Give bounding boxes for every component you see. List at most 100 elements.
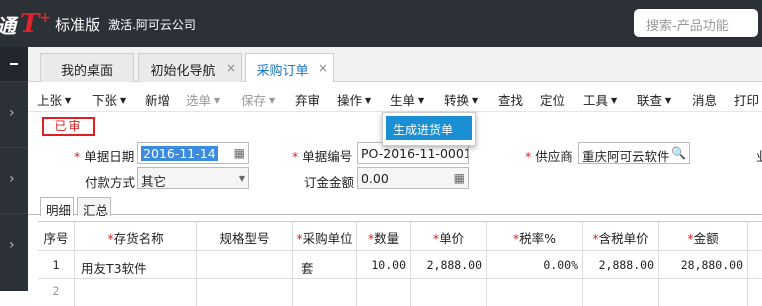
cell-item[interactable] (75, 279, 197, 306)
select-button[interactable]: 选单 ▼ (186, 90, 220, 109)
deposit-field[interactable]: 0.00 ▦ (357, 167, 469, 189)
caret-down-icon: ▼ (418, 96, 425, 105)
cell-seq: 1 (38, 251, 75, 278)
column-header: *采购单位 (293, 222, 357, 250)
number-value: PO-2016-11-0001 (361, 146, 469, 161)
number-label-text: 单据编号 (302, 149, 353, 164)
print-button[interactable]: 打印 (734, 90, 759, 109)
save-label: 保存 (241, 93, 267, 108)
logo-plus: + (39, 10, 52, 26)
column-header: *单价 (411, 222, 487, 250)
supplier-value: 重庆阿可云软件 (582, 149, 670, 164)
generate-button[interactable]: 生单 ▼ (390, 90, 424, 109)
calculator-icon[interactable]: ▦ (454, 171, 465, 185)
sidebar-expand-icon[interactable]: › (9, 171, 15, 187)
next-button[interactable]: 下张 ▼ (92, 90, 126, 109)
payment-select[interactable]: 其它 ▼ (137, 167, 249, 189)
find-button[interactable]: 查找 (498, 90, 523, 109)
sidebar-expand-icon[interactable]: › (9, 105, 15, 121)
tools-label: 工具 (583, 93, 609, 108)
search-icon[interactable]: 🔍 (671, 146, 686, 160)
prev-button[interactable]: 上张 ▼ (37, 90, 71, 109)
date-field[interactable]: 2016-11-14 ▦ (137, 142, 249, 164)
unapprove-button[interactable]: 弃审 (295, 90, 320, 109)
status-badge: 已审 (42, 117, 95, 136)
cell-price[interactable] (411, 279, 487, 306)
chevron-down-icon[interactable]: ▼ (239, 174, 245, 183)
deposit-label: 订金金额 (304, 175, 355, 190)
column-header: *数量 (357, 222, 411, 250)
next-label: 下张 (92, 93, 118, 108)
cell-taxed-price[interactable] (583, 279, 659, 306)
tab-label: 采购订单 (256, 64, 309, 79)
column-header: *金额 (659, 222, 748, 250)
cell-tax[interactable] (487, 279, 583, 306)
operate-button[interactable]: 操作 ▼ (337, 90, 371, 109)
supplier-field[interactable]: 重庆阿可云软件 🔍 (578, 142, 690, 164)
tab-purchase-order[interactable]: 采购订单 × (245, 53, 334, 83)
linked-button[interactable]: 联查 ▼ (637, 90, 671, 109)
tab-summary[interactable]: 汇总 (77, 197, 111, 218)
menu-item-generate-receipt[interactable]: 生成进货单 (386, 116, 472, 140)
caret-down-icon: ▼ (120, 96, 127, 105)
caret-down-icon: ▼ (269, 96, 276, 105)
cell-amount[interactable]: 28,880.00 (659, 251, 748, 278)
truncated-label: 业 (756, 146, 762, 165)
close-icon[interactable]: × (318, 61, 328, 75)
cell-tax[interactable]: 0.00% (487, 251, 583, 278)
required-mark: * (74, 149, 85, 164)
generate-dropdown-menu: 生成进货单 (382, 112, 476, 146)
tools-button[interactable]: 工具 ▼ (583, 90, 617, 109)
prev-label: 上张 (37, 93, 63, 108)
cell-taxed-price[interactable]: 2,888.00 (583, 251, 659, 278)
column-header: 规格型号 (197, 222, 293, 250)
supplier-label-text: 供应商 (535, 149, 573, 164)
cell-unit[interactable]: 套 (293, 251, 357, 278)
search-input[interactable]: 搜索-产品功能 (634, 9, 758, 37)
top-bar: 通 T + 标准版 激活.阿可云公司 搜索-产品功能 (0, 0, 762, 47)
required-mark: * (292, 149, 303, 164)
add-button[interactable]: 新增 (145, 90, 170, 109)
cell-amount[interactable] (659, 279, 748, 306)
locate-button[interactable]: 定位 (540, 90, 565, 109)
company-name[interactable]: 激活.阿可云公司 (108, 16, 196, 33)
cell-item[interactable]: 用友T3软件 (75, 251, 197, 278)
tab-strip: 我的桌面 初始化导航 × 采购订单 × (28, 47, 762, 83)
toolbar: 上张 ▼ 下张 ▼ 新增 选单 ▼ 保存 ▼ 弃审 操作 ▼ 生单 ▼ 转换 ▼ 查找 定位 … (28, 82, 762, 112)
cell-spec[interactable] (197, 279, 293, 306)
cell-qty[interactable]: 10.00 (357, 251, 411, 278)
tab-detail[interactable]: 明细 (40, 197, 74, 218)
column-header: *含税单价 (583, 222, 659, 250)
save-button[interactable]: 保存 ▼ (241, 90, 275, 109)
close-icon[interactable]: × (226, 61, 236, 75)
number-label: * 单据编号 (292, 146, 352, 165)
logo-t: T (20, 9, 40, 39)
column-header: 序号 (38, 222, 75, 250)
calendar-icon[interactable]: ▦ (234, 146, 245, 160)
tab-label: 我的桌面 (60, 64, 113, 79)
generate-label: 生单 (390, 93, 416, 108)
caret-down-icon: ▼ (472, 96, 479, 105)
caret-down-icon: ▼ (611, 96, 618, 105)
sidebar-expand-icon[interactable]: › (9, 237, 15, 253)
grid-tabs: 明细 汇总 (28, 195, 762, 218)
tab-my-desktop[interactable]: 我的桌面 (40, 53, 134, 82)
cell-qty[interactable] (357, 279, 411, 306)
cell-price[interactable]: 2,888.00 (411, 251, 487, 278)
column-header: *存货名称 (75, 222, 197, 250)
deposit-value: 0.00 (361, 171, 389, 186)
tab-init-guide[interactable]: 初始化导航 × (138, 53, 242, 82)
date-label: * 单据日期 (74, 146, 134, 165)
cell-spec[interactable] (197, 251, 293, 278)
sidebar-divider (0, 81, 28, 82)
logo-mark: 通 (0, 10, 16, 39)
cell-unit[interactable] (293, 279, 357, 306)
sidebar-divider (0, 213, 28, 214)
message-button[interactable]: 消息 (692, 90, 717, 109)
brand: 通 T + 标准版 激活.阿可云公司 (0, 10, 196, 38)
sidebar-divider (0, 147, 28, 148)
caret-down-icon: ▼ (214, 96, 221, 105)
sidebar-item-menu[interactable] (0, 47, 28, 81)
convert-button[interactable]: 转换 ▼ (444, 90, 478, 109)
tab-label: 初始化导航 (150, 64, 216, 79)
